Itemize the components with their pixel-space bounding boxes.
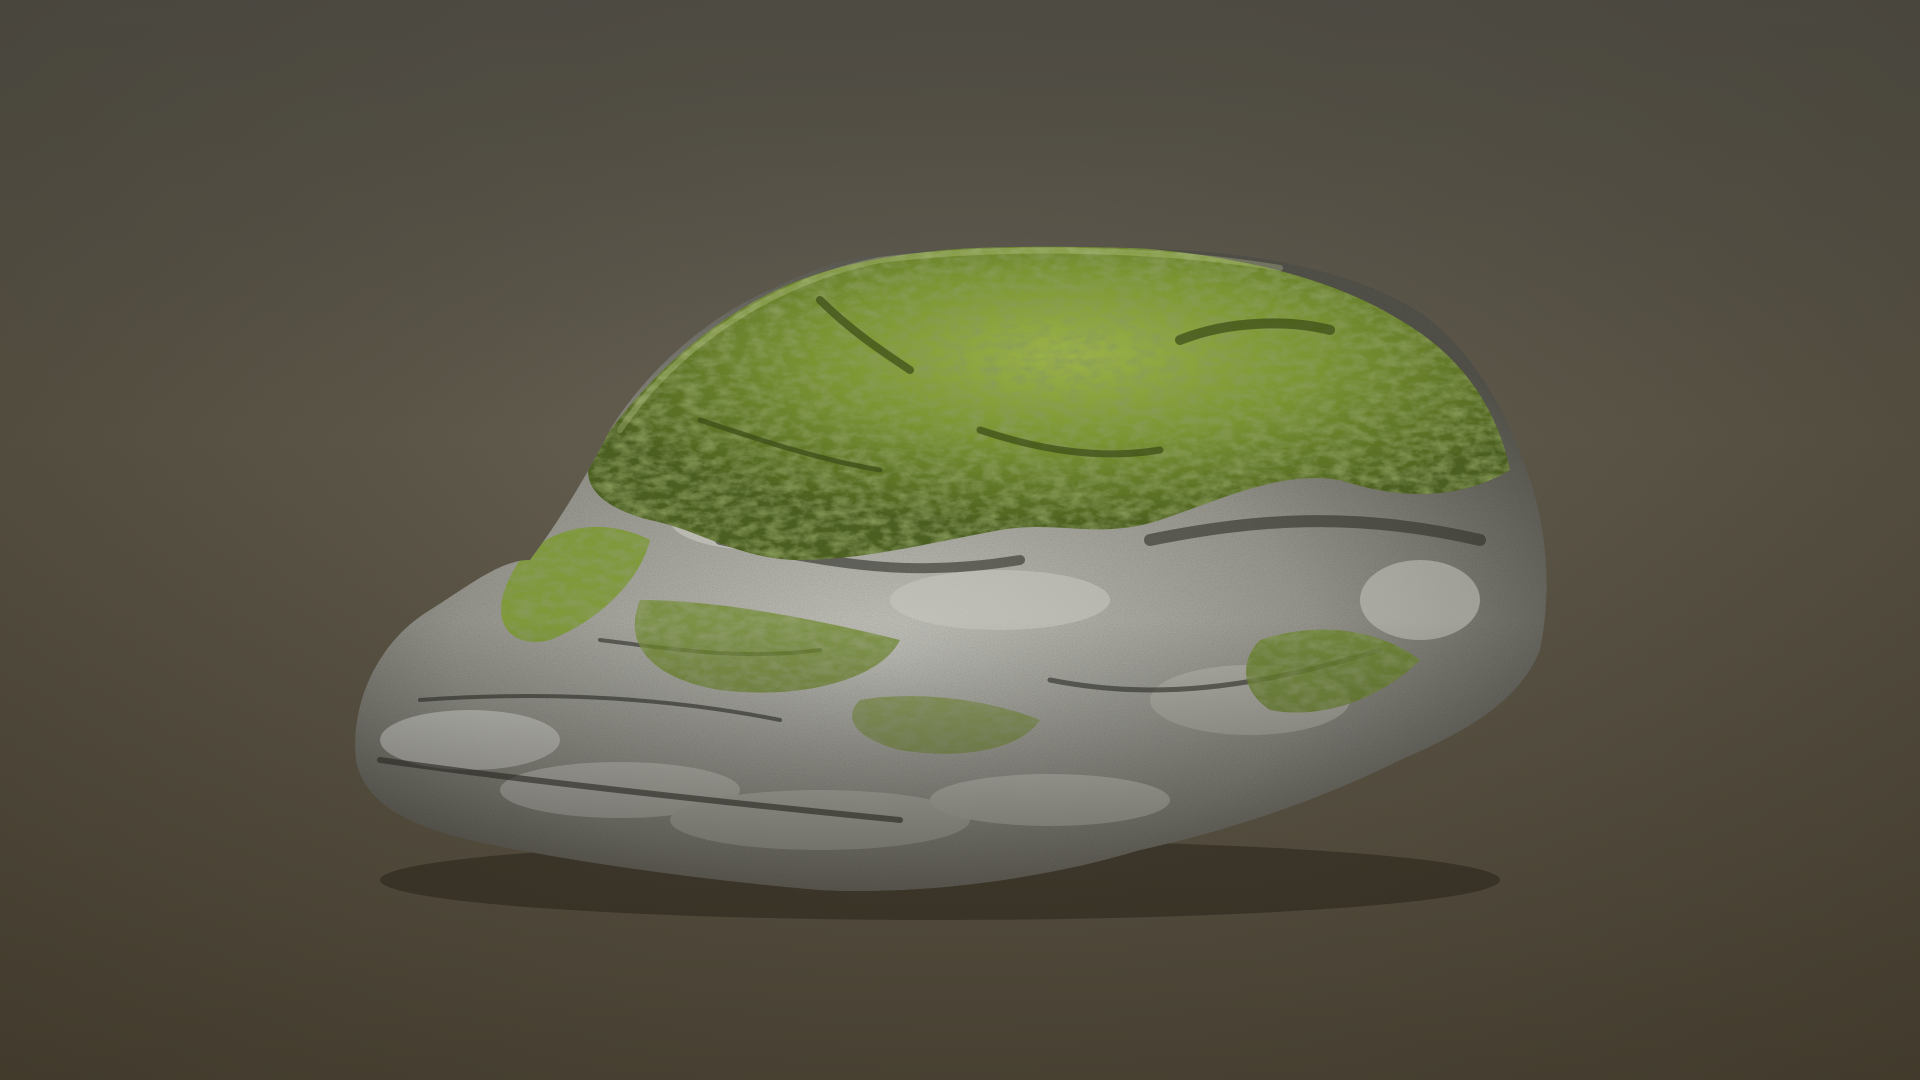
3d-viewport[interactable] [0,0,1920,1080]
moss-rock-icon[interactable] [0,0,1920,1080]
rock-body[interactable] [300,230,1600,940]
